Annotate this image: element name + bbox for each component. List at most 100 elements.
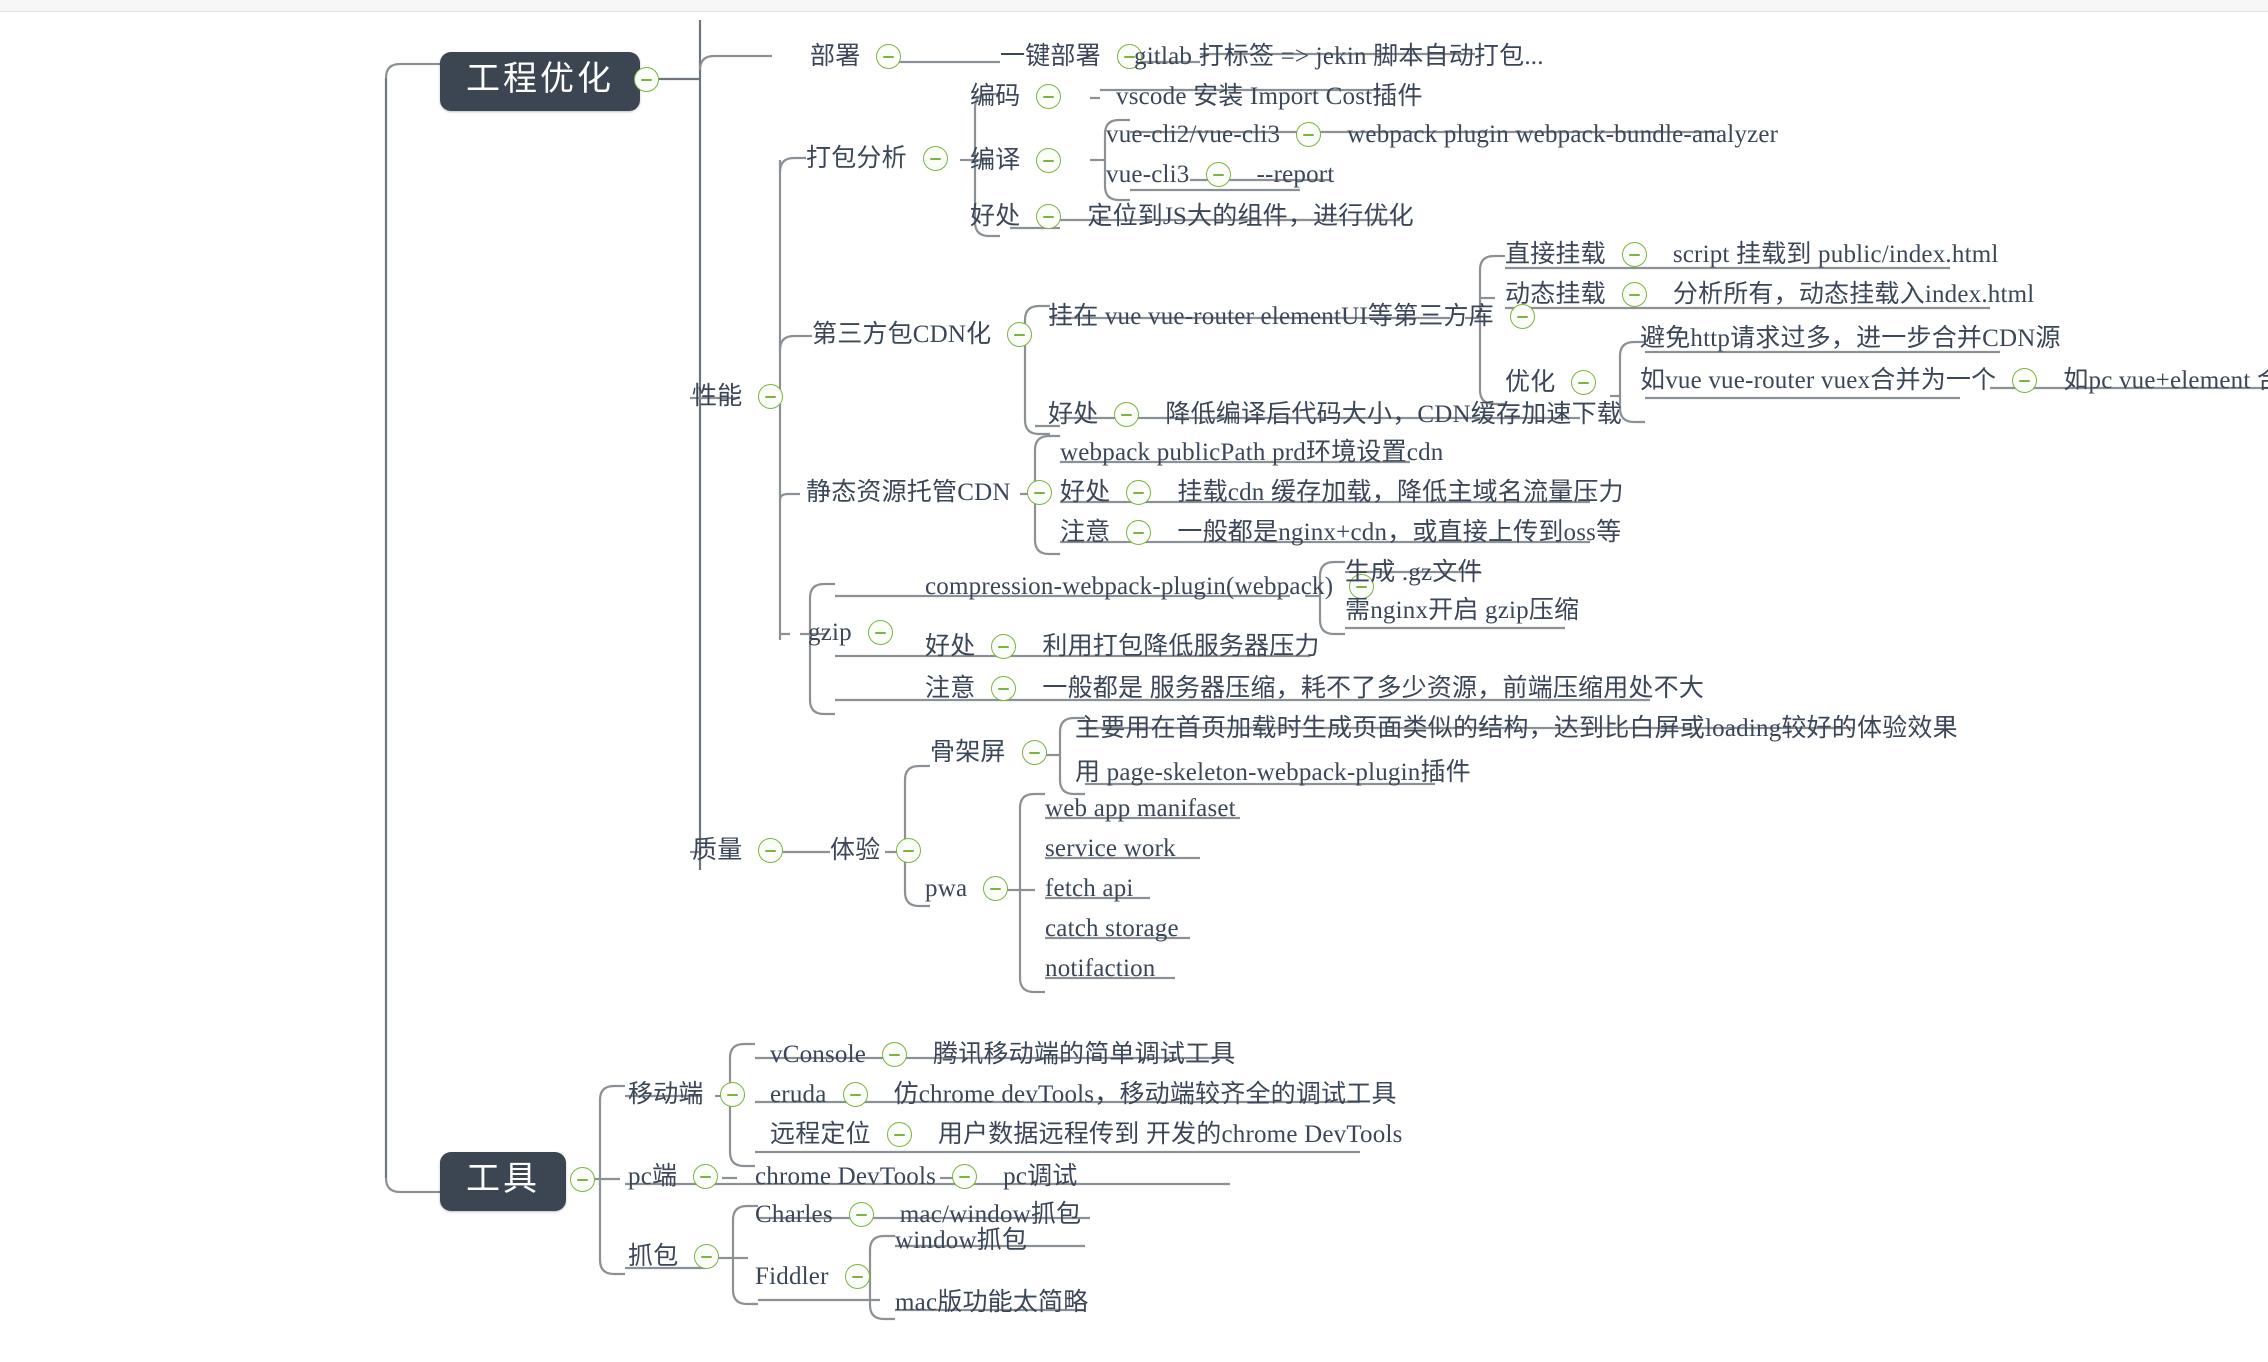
node-capture[interactable]: 抓包 — [628, 1244, 720, 1269]
node-deploy[interactable]: 部署 — [810, 44, 902, 69]
toggle-eruda[interactable] — [842, 1082, 868, 1107]
label-fiddler-desc1: window抓包 — [895, 1227, 1028, 1254]
toggle-engineering[interactable] — [634, 67, 659, 92]
toggle-bundle-benefit[interactable] — [1036, 204, 1062, 229]
node-compression-plugin[interactable]: compression-webpack-plugin(webpack) — [925, 573, 1375, 600]
toggle-quality[interactable] — [758, 838, 784, 863]
label-compression-plugin: compression-webpack-plugin(webpack) — [925, 573, 1334, 600]
toggle-mobile[interactable] — [719, 1082, 745, 1107]
node-eruda[interactable]: eruda 仿chrome devTools，移动端较齐全的调试工具 — [770, 1082, 1397, 1107]
toggle-experience[interactable] — [896, 838, 922, 863]
toggle-third-party-cdn[interactable] — [1007, 322, 1033, 347]
node-coding[interactable]: 编码 — [970, 83, 1062, 110]
node-vscode-import-cost[interactable]: vscode 安装 Import Cost插件 — [1090, 84, 1423, 109]
label-optimize-desc2: 如vue vue-router vuex合并为一个 — [1640, 367, 1997, 394]
node-gzip-benefit[interactable]: 好处 利用打包降低服务器压力 — [925, 634, 1320, 659]
node-vconsole[interactable]: vConsole 腾讯移动端的简单调试工具 — [770, 1042, 1235, 1067]
toggle-direct-mount[interactable] — [1621, 242, 1647, 267]
toggle-charles[interactable] — [848, 1202, 874, 1227]
toggle-cdn-benefit[interactable] — [1114, 402, 1140, 427]
toggle-gzip-benefit[interactable] — [991, 634, 1017, 659]
toggle-pwa[interactable] — [983, 876, 1009, 901]
node-static-cdn[interactable]: 静态资源托管CDN — [806, 480, 1052, 505]
label-dynamic-mount-desc: 分析所有，动态挂载入index.html — [1672, 281, 2035, 308]
label-quality: 质量 — [692, 837, 743, 864]
node-nginx-gzip[interactable]: 需nginx开启 gzip压缩 — [1345, 598, 1579, 623]
node-skeleton-desc2[interactable]: 用 page-skeleton-webpack-plugin插件 — [1075, 760, 1471, 785]
label-coding: 编码 — [970, 83, 1021, 110]
node-gzip-note[interactable]: 注意 一般都是 服务器压缩，耗不了多少资源，前端压缩用处不大 — [925, 676, 1704, 701]
node-fetch-api[interactable]: fetch api — [1045, 876, 1134, 901]
node-mount-libs[interactable]: 挂在 vue vue-router elementUI等第三方库 — [1048, 304, 1535, 329]
toggle-optimize-desc2[interactable] — [2012, 368, 2038, 393]
node-mobile[interactable]: 移动端 — [628, 1082, 745, 1107]
toggle-pc[interactable] — [693, 1164, 719, 1189]
toggle-remote-debug[interactable] — [886, 1122, 912, 1147]
root-node-engineering[interactable]: 工程优化 — [440, 52, 640, 111]
node-fiddler[interactable]: Fiddler — [755, 1264, 870, 1289]
node-static-benefit[interactable]: 好处 挂载cdn 缓存加载，降低主域名流量压力 — [1060, 480, 1624, 505]
label-skeleton: 骨架屏 — [930, 739, 1006, 766]
node-service-work[interactable]: service work — [1045, 836, 1176, 861]
node-gz-file[interactable]: 生成 .gz文件 — [1345, 560, 1483, 585]
node-optimize[interactable]: 优化 — [1505, 370, 1597, 395]
toggle-dynamic-mount[interactable] — [1621, 282, 1647, 307]
node-direct-mount[interactable]: 直接挂载 script 挂载到 public/index.html — [1505, 242, 1999, 267]
toggle-chrome-devtools[interactable] — [952, 1164, 978, 1189]
node-third-party-cdn[interactable]: 第三方包CDN化 — [812, 322, 1033, 347]
node-quality[interactable]: 质量 — [692, 837, 784, 864]
node-optimize-desc2[interactable]: 如vue vue-router vuex合并为一个 如pc vue+elemen… — [1640, 368, 2268, 393]
toggle-optimize[interactable] — [1571, 370, 1597, 395]
node-notifaction[interactable]: notifaction — [1045, 956, 1156, 981]
node-bundle-analysis[interactable]: 打包分析 — [806, 146, 948, 171]
toggle-performance[interactable] — [758, 384, 784, 409]
root-node-tools[interactable]: 工具 — [440, 1152, 566, 1211]
toggle-capture[interactable] — [694, 1244, 720, 1269]
toggle-tools[interactable] — [570, 1167, 595, 1192]
node-public-path[interactable]: webpack publicPath prd环境设置cdn — [1060, 440, 1444, 465]
toggle-gzip-note[interactable] — [991, 676, 1017, 701]
label-notifaction: notifaction — [1045, 955, 1156, 982]
toggle-compile[interactable] — [1036, 148, 1062, 173]
node-chrome-devtools[interactable]: chrome DevTools pc调试 — [755, 1164, 1077, 1189]
window-top-bar — [0, 0, 2268, 12]
toggle-vue-cli3[interactable] — [1205, 162, 1231, 187]
node-skeleton[interactable]: 骨架屏 — [930, 740, 1047, 765]
node-charles[interactable]: Charles mac/window抓包 — [755, 1202, 1081, 1227]
node-optimize-desc1[interactable]: 避免http请求过多，进一步合并CDN源 — [1640, 326, 2061, 351]
label-vscode-import-cost: vscode 安装 Import Cost插件 — [1116, 83, 1423, 110]
toggle-static-benefit[interactable] — [1126, 480, 1152, 505]
toggle-coding[interactable] — [1036, 84, 1062, 109]
node-fiddler-desc2[interactable]: mac版功能太简略 — [895, 1290, 1088, 1315]
node-dynamic-mount[interactable]: 动态挂载 分析所有，动态挂载入index.html — [1505, 282, 2034, 307]
node-pc[interactable]: pc端 — [628, 1164, 719, 1189]
toggle-deploy[interactable] — [876, 44, 902, 69]
label-gzip: gzip — [808, 619, 852, 646]
node-remote-debug[interactable]: 远程定位 用户数据远程传到 开发的chrome DevTools — [770, 1122, 1403, 1147]
node-performance[interactable]: 性能 — [692, 384, 784, 409]
node-catch-storage[interactable]: catch storage — [1045, 916, 1179, 941]
node-vue-cli23[interactable]: vue-cli2/vue-cli3 webpack plugin webpack… — [1080, 122, 1778, 147]
node-gzip[interactable]: gzip — [808, 620, 893, 645]
node-bundle-benefit[interactable]: 好处 定位到JS大的组件，进行优化 — [970, 204, 1414, 229]
node-skeleton-desc1[interactable]: 主要用在首页加载时生成页面类似的结构，达到比白屏或loading较好的体验效果 — [1075, 716, 1958, 741]
toggle-vconsole[interactable] — [882, 1042, 908, 1067]
node-vue-cli3[interactable]: vue-cli3 --report — [1080, 162, 1334, 187]
node-experience[interactable]: 体验 — [830, 838, 922, 863]
toggle-vue-cli23[interactable] — [1296, 122, 1322, 147]
toggle-fiddler[interactable] — [844, 1264, 870, 1289]
node-static-note[interactable]: 注意 一般都是nginx+cdn，或直接上传到oss等 — [1060, 520, 1621, 545]
node-gitlab-tag[interactable]: gitlab 打标签 => jekin 脚本自动打包... — [1108, 44, 1544, 69]
label-fiddler-desc2: mac版功能太简略 — [895, 1289, 1089, 1316]
toggle-static-cdn[interactable] — [1026, 480, 1052, 505]
toggle-gzip[interactable] — [867, 620, 893, 645]
node-web-app-manifest[interactable]: web app manifaset — [1045, 796, 1236, 821]
node-pwa[interactable]: pwa — [925, 876, 1009, 901]
toggle-bundle-analysis[interactable] — [922, 146, 948, 171]
toggle-static-note[interactable] — [1126, 520, 1152, 545]
node-cdn-benefit[interactable]: 好处 降低编译后代码大小，CDN缓存加速下载 — [1048, 402, 1622, 427]
node-compile[interactable]: 编译 — [970, 148, 1062, 173]
toggle-skeleton[interactable] — [1021, 740, 1047, 765]
label-remote-debug: 远程定位 — [770, 1121, 871, 1148]
node-fiddler-desc1[interactable]: window抓包 — [895, 1228, 1027, 1253]
